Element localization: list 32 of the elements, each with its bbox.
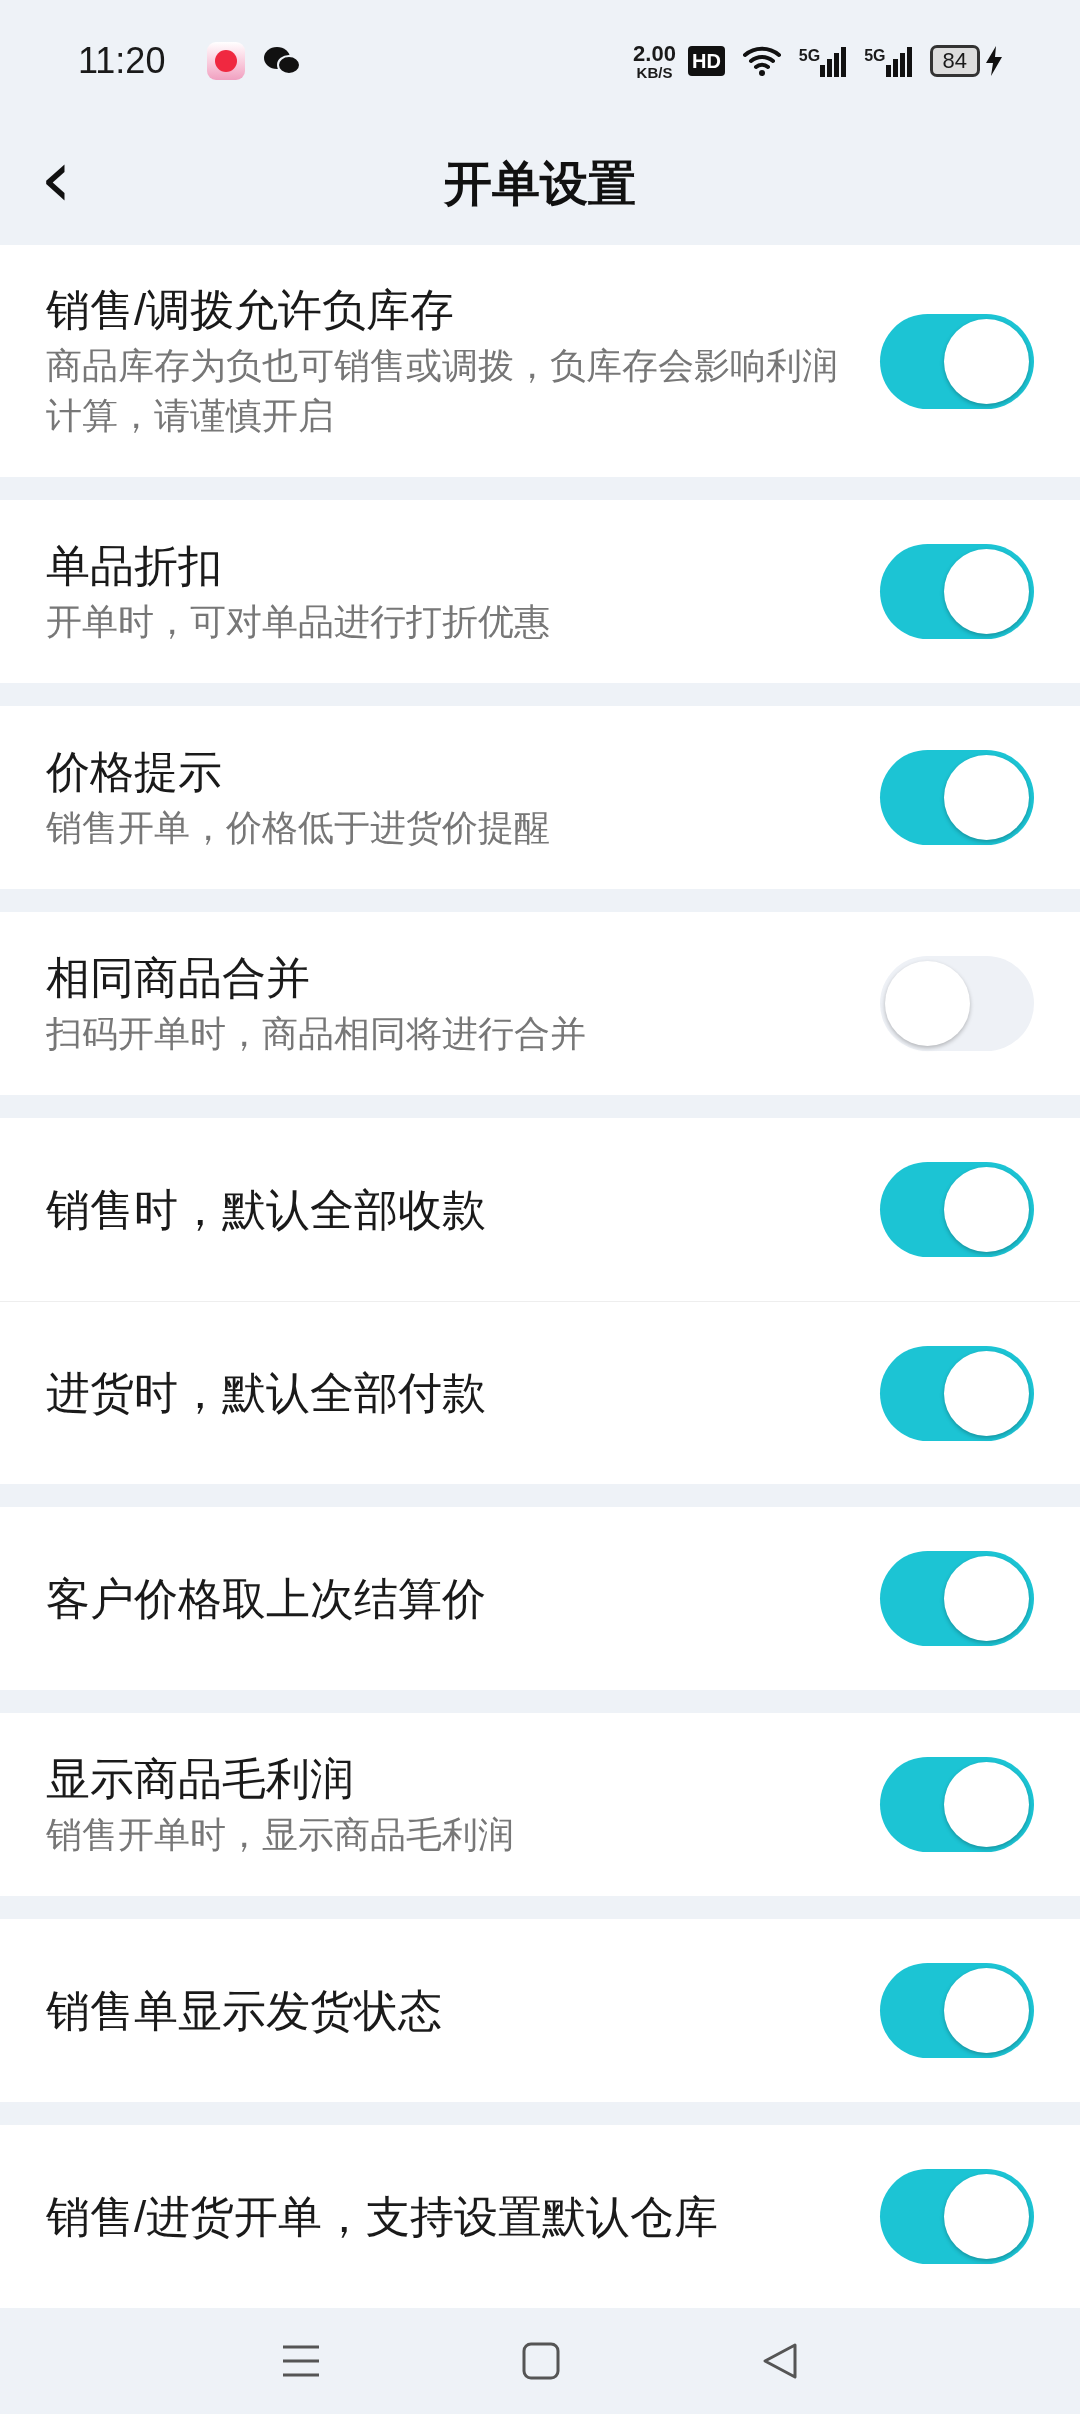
back-button[interactable]: ‹ [40,138,72,229]
signal-icon [885,45,912,78]
setting-title: 相同商品合并 [46,951,311,1004]
back-icon[interactable] [761,2342,800,2381]
charging-icon [986,46,1002,77]
setting-description: 销售开单，价格低于进货价提醒 [46,805,551,850]
speed-unit: KB/S [636,64,673,80]
page-title: 开单设置 [444,155,636,212]
setting-description: 扫码开单时，商品相同将进行合并 [46,1011,587,1056]
setting-title: 价格提示 [46,745,223,798]
setting-title: 销售/进货开单，支持设置默认仓库 [46,2190,720,2243]
network-type: 5G [798,46,821,66]
setting-title: 单品折扣 [46,539,223,592]
network-type: 5G [864,46,886,66]
network-speed: 2.00 [633,42,676,65]
video-app-icon [207,42,246,81]
setting-title: 显示商品毛利润 [46,1752,355,1805]
menu-icon[interactable] [280,2344,321,2379]
setting-description: 开单时，可对单品进行打折优惠 [46,599,551,644]
setting-title: 销售/调拨允许负库存 [46,284,456,337]
wifi-icon [742,45,783,78]
setting-title: 进货时，默认全部付款 [46,1367,487,1420]
hd-badge: HD [687,46,725,77]
setting-description: 商品库存为负也可销售或调拨，负库存会影响利润计算，请谨慎开启 [46,344,839,439]
home-icon[interactable] [522,2342,560,2381]
setting-title: 销售时，默认全部收款 [46,1183,487,1236]
setting-title: 客户价格取上次结算价 [46,1572,487,1625]
signal-icon [820,45,847,78]
setting-title: 销售单显示发货状态 [46,1984,443,2037]
status-time: 11:20 [78,39,166,84]
setting-description: 销售开单时，显示商品毛利润 [46,1812,515,1857]
battery-level: 84 [929,45,980,78]
